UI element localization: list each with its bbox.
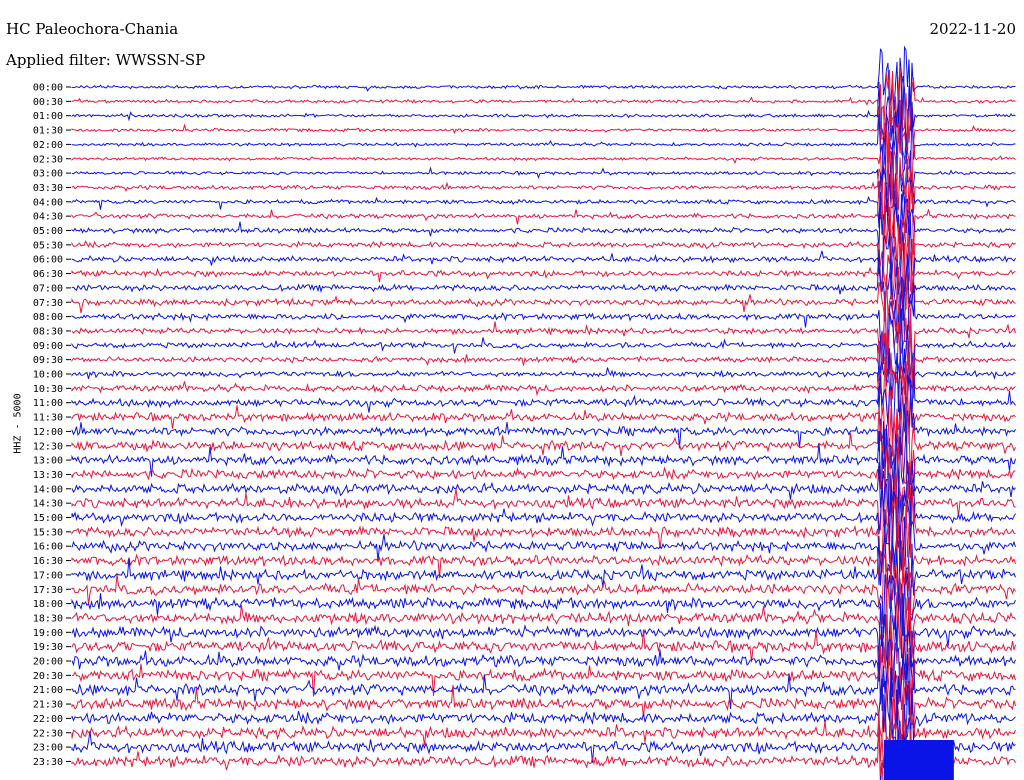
trace-1430 (71, 468, 1016, 532)
row-label-1330: 13:30 (33, 470, 63, 481)
row-label-2330: 23:30 (33, 757, 63, 768)
trace-0130 (71, 99, 1016, 165)
row-label-1530: 15:30 (33, 527, 63, 538)
row-label-0230: 02:30 (33, 154, 63, 165)
trace-0900 (71, 308, 1016, 381)
trace-2300 (71, 717, 1016, 780)
row-label-1730: 17:30 (33, 585, 63, 596)
row-label-1600: 16:00 (33, 542, 63, 553)
row-label-0400: 04:00 (33, 197, 63, 208)
row-label-1700: 17:00 (33, 570, 63, 581)
row-label-1430: 14:30 (33, 499, 63, 510)
trace-2130 (71, 670, 1016, 739)
row-label-0630: 06:30 (33, 269, 63, 280)
trace-1800 (71, 573, 1016, 636)
event-coda-block (883, 740, 954, 780)
row-label-0830: 08:30 (33, 326, 63, 337)
row-label-1400: 14:00 (33, 484, 63, 495)
row-label-1100: 11:00 (33, 398, 63, 409)
row-label-1000: 10:00 (33, 370, 63, 381)
row-label-0300: 03:00 (33, 169, 63, 180)
row-label-1500: 15:00 (33, 513, 63, 524)
row-label-1630: 16:30 (33, 556, 63, 567)
row-label-0800: 08:00 (33, 312, 63, 323)
row-label-2000: 20:00 (33, 657, 63, 668)
row-label-1030: 10:30 (33, 384, 63, 395)
row-label-1800: 18:00 (33, 599, 63, 610)
row-label-1930: 19:30 (33, 642, 63, 653)
trace-2000 (71, 622, 1016, 698)
trace-2330 (71, 723, 1016, 780)
trace-1930 (71, 611, 1016, 681)
row-label-1200: 12:00 (33, 427, 63, 438)
row-label-0600: 06:00 (33, 255, 63, 266)
row-label-1830: 18:30 (33, 613, 63, 624)
row-label-1130: 11:30 (33, 413, 63, 424)
row-label-0930: 09:30 (33, 355, 63, 366)
row-label-0200: 02:00 (33, 140, 63, 151)
row-label-1300: 13:00 (33, 456, 63, 467)
row-label-2230: 22:30 (33, 728, 63, 739)
row-label-2300: 23:00 (33, 743, 63, 754)
seismogram-plot: 00:00 00:30 01:00 01:30 02:00 02:30 03:00 03:30… (33, 45, 1016, 780)
row-label-0700: 07:00 (33, 283, 63, 294)
row-label-0000: 00:00 (33, 83, 63, 94)
row-label-0530: 05:30 (33, 240, 63, 251)
trace-0530 (71, 206, 1016, 282)
row-label-2200: 22:00 (33, 714, 63, 725)
row-label-0430: 04:30 (33, 212, 63, 223)
row-label-0030: 00:30 (33, 97, 63, 108)
row-label-0730: 07:30 (33, 298, 63, 309)
trace-0000 (71, 45, 1016, 124)
row-label-0900: 09:00 (33, 341, 63, 352)
row-label-2100: 21:00 (33, 685, 63, 696)
trace-0300 (71, 136, 1016, 211)
row-label-0130: 01:30 (33, 126, 63, 137)
row-label-0100: 01:00 (33, 111, 63, 122)
row-label-2130: 21:30 (33, 700, 63, 711)
trace-0030 (71, 65, 1016, 140)
row-label-1900: 19:00 (33, 628, 63, 639)
row-label-2030: 20:30 (33, 671, 63, 682)
trace-0400 (71, 167, 1016, 235)
row-label-1230: 12:30 (33, 441, 63, 452)
row-label-0330: 03:30 (33, 183, 63, 194)
trace-0730 (71, 267, 1016, 332)
trace-1100 (71, 369, 1016, 438)
row-label-0500: 05:00 (33, 226, 63, 237)
